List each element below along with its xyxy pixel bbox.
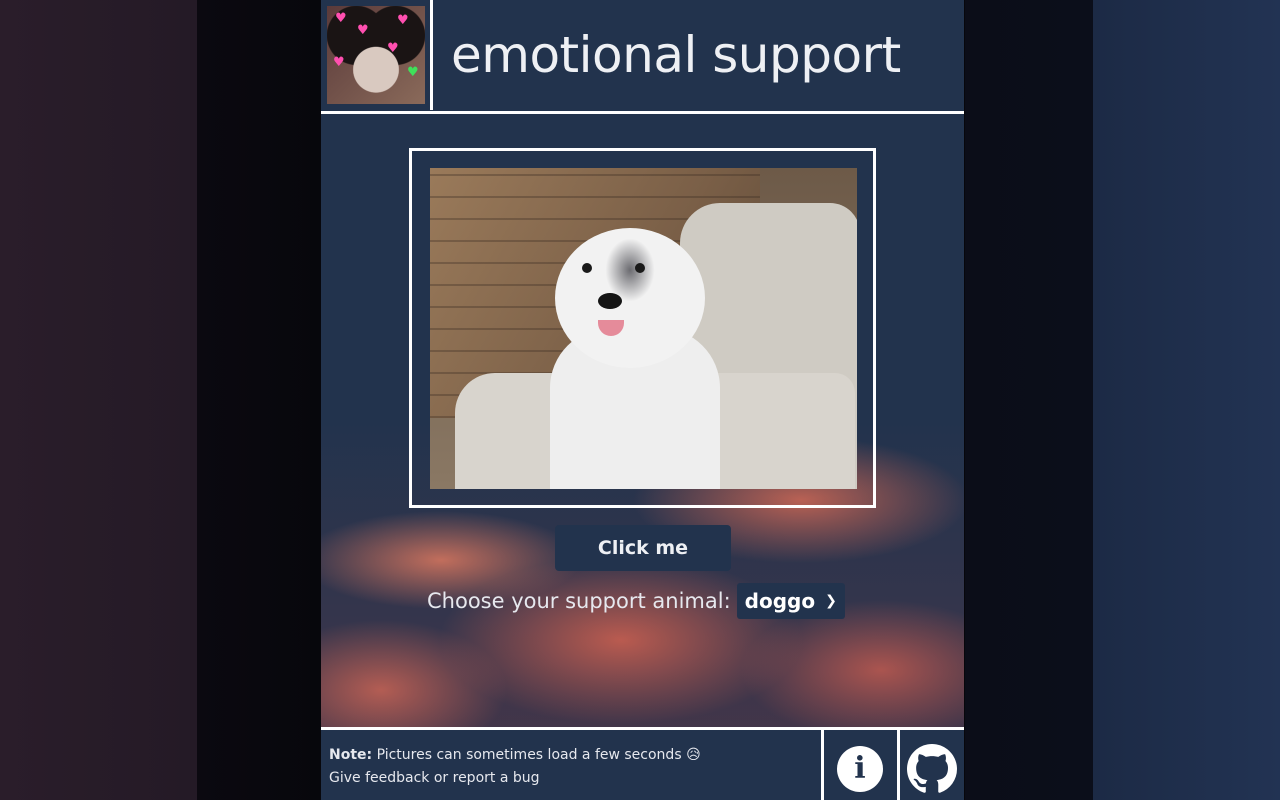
husky-dog-photo xyxy=(430,168,857,489)
header: ♥ ♥ ♥ ♥ ♥ ♥ emotional support xyxy=(321,0,964,114)
header-divider xyxy=(430,0,433,110)
feedback-link[interactable]: Give feedback or report a bug xyxy=(329,767,701,790)
heart-icon: ♥ xyxy=(397,13,409,28)
heart-icon: ♥ xyxy=(407,65,419,80)
footer-divider xyxy=(897,730,900,800)
click-me-button[interactable]: Click me xyxy=(555,525,731,571)
note-text: Pictures can sometimes load a few second… xyxy=(372,747,701,763)
animal-chooser: Choose your support animal: doggo ❯ xyxy=(427,583,845,619)
dog-eye xyxy=(635,263,645,273)
app-panel: ♥ ♥ ♥ ♥ ♥ ♥ emotional support Click me C… xyxy=(321,0,964,800)
footer-note: Note: Pictures can sometimes load a few … xyxy=(329,744,701,790)
heart-icon: ♥ xyxy=(387,41,399,56)
image-frame xyxy=(409,148,876,508)
info-icon[interactable]: i xyxy=(837,746,883,792)
chooser-label: Choose your support animal: xyxy=(427,589,731,613)
github-icon[interactable] xyxy=(907,744,957,794)
chevron-down-icon: ❯ xyxy=(825,593,837,609)
heart-icon: ♥ xyxy=(357,23,369,38)
heart-icon: ♥ xyxy=(335,11,347,26)
heart-icon: ♥ xyxy=(333,55,345,70)
page-title: emotional support xyxy=(451,26,901,84)
select-value: doggo xyxy=(744,589,816,613)
dog-head xyxy=(555,228,705,368)
footer: Note: Pictures can sometimes load a few … xyxy=(321,727,964,800)
dog-eye xyxy=(582,263,592,273)
cat-avatar-icon: ♥ ♥ ♥ ♥ ♥ ♥ xyxy=(327,6,425,104)
dog-nose xyxy=(598,293,622,309)
note-bold: Note: xyxy=(329,747,373,763)
footer-divider xyxy=(821,730,824,800)
animal-select[interactable]: doggo ❯ xyxy=(736,583,845,619)
